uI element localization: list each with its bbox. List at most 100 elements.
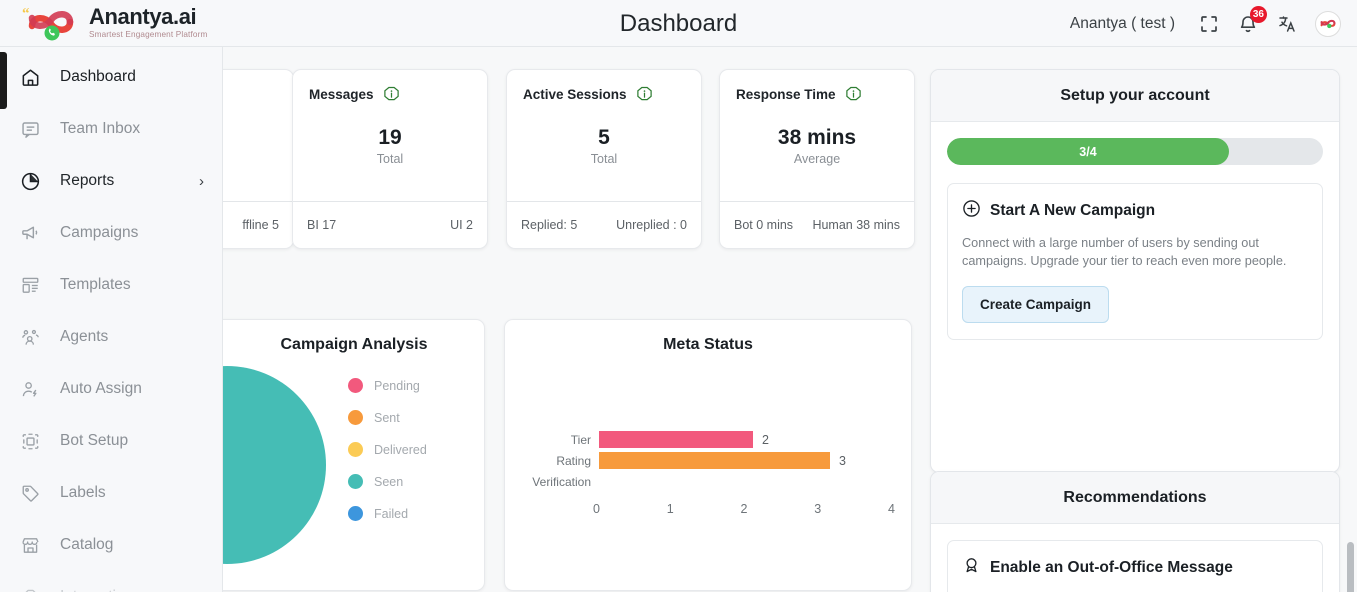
sidebar-item-label: Agents — [60, 328, 109, 345]
recommendations-panel: Recommendations Enable an Out-of-Office … — [930, 471, 1340, 592]
sidebar-item-templates[interactable]: Templates — [0, 259, 222, 311]
stat-card-title: Response Time — [736, 87, 836, 102]
bar-value-label: 3 — [839, 453, 846, 468]
top-bar: “ Anantya.ai Smartest Engagement Platfor… — [0, 0, 1357, 47]
stat-unit: Average — [793, 152, 841, 167]
megaphone-icon — [18, 221, 42, 245]
sidebar-item-label: Auto Assign — [60, 380, 142, 397]
setup-progress-fill: 3/4 — [947, 138, 1229, 165]
setup-task-description: Connect with a large number of users by … — [962, 236, 1287, 269]
sidebar-item-integrations[interactable]: Integrations — [0, 571, 222, 592]
campaign-analysis-chart-card: Campaign Analysis Pending Sent Delivered… — [223, 319, 485, 591]
pie-chart: Pending Sent Delivered Seen Failed — [223, 354, 484, 574]
legend-dot-failed — [348, 506, 363, 521]
sidebar-item-labels[interactable]: Labels — [0, 467, 222, 519]
stat-foot-left: BI 17 — [307, 218, 337, 232]
legend-label: Failed — [374, 506, 409, 521]
sidebar-item-label: Campaigns — [60, 224, 139, 241]
sidebar-item-reports[interactable]: Reports › — [0, 155, 222, 207]
plus-circle-icon — [962, 199, 981, 223]
stat-value: 19 — [378, 125, 402, 149]
account-name[interactable]: Anantya ( test ) — [1070, 15, 1175, 33]
tag-icon — [18, 481, 42, 505]
sidebar-item-bot-setup[interactable]: Bot Setup — [0, 415, 222, 467]
sidebar-item-label: Catalog — [60, 536, 114, 553]
x-tick: 4 — [888, 502, 895, 516]
recommendation-card[interactable]: Enable an Out-of-Office Message Set up a… — [947, 540, 1323, 592]
info-icon[interactable] — [845, 86, 862, 103]
main-content: ffline 5 Messages 19 Total BI 17 UI 2 Ac… — [223, 47, 1357, 592]
stat-unit: Total — [376, 152, 404, 167]
auto-assign-icon — [18, 377, 42, 401]
brand-logo[interactable]: “ Anantya.ai Smartest Engagement Platfor… — [0, 0, 223, 47]
x-tick: 2 — [740, 502, 748, 516]
legend-item[interactable]: Pending — [348, 378, 427, 393]
setup-progress-label: 3/4 — [1079, 144, 1097, 159]
fullscreen-icon[interactable] — [1198, 13, 1220, 35]
stat-card-messages[interactable]: Messages 19 Total BI 17 UI 2 — [292, 69, 488, 249]
stat-card-header — [223, 70, 293, 86]
legend-item[interactable]: Sent — [348, 410, 427, 425]
chart-title: Campaign Analysis — [280, 336, 428, 353]
legend-item[interactable]: Seen — [348, 474, 427, 489]
legend-item[interactable]: Delivered — [348, 442, 427, 457]
stat-card-body — [223, 86, 293, 201]
stat-foot-left: Bot 0 mins — [734, 218, 794, 232]
recommendation-title-row: Enable an Out-of-Office Message — [962, 556, 1308, 580]
pie-slice-seen[interactable] — [223, 366, 326, 564]
avatar[interactable] — [1315, 10, 1341, 37]
chart-legend: Pending Sent Delivered Seen Failed — [348, 378, 427, 521]
stat-card-header: Active Sessions — [507, 70, 701, 103]
chart-title: Meta Status — [663, 336, 753, 353]
bell-icon[interactable]: 36 — [1237, 5, 1267, 35]
setup-progress-bar: 3/4 — [947, 138, 1323, 165]
legend-dot-delivered — [348, 442, 363, 457]
sidebar-item-dashboard[interactable]: Dashboard — [0, 51, 222, 103]
dashboard-app: “ Anantya.ai Smartest Engagement Platfor… — [0, 0, 1357, 592]
sidebar-item-label: Labels — [60, 484, 106, 501]
stat-card-body: 5 Total — [507, 103, 701, 201]
sidebar-item-agents[interactable]: Agents — [0, 311, 222, 363]
vertical-scrollbar[interactable] — [1347, 542, 1354, 592]
translate-icon[interactable] — [1276, 13, 1298, 35]
info-icon[interactable] — [636, 86, 653, 103]
stat-card-clipped: ffline 5 — [223, 69, 294, 249]
bar-row-verification[interactable]: Verification — [527, 473, 608, 490]
stat-card-body: 19 Total — [293, 103, 487, 201]
stat-card-footer: ffline 5 — [223, 201, 293, 248]
panel-body: 3/4 Start A New Campaign Connect with a … — [931, 122, 1339, 356]
sidebar-item-campaigns[interactable]: Campaigns — [0, 207, 222, 259]
sidebar-item-catalog[interactable]: Catalog — [0, 519, 222, 571]
x-axis: 0 1 2 3 4 — [593, 502, 895, 516]
chevron-right-icon[interactable]: › — [199, 173, 204, 190]
setup-task-title-row: Start A New Campaign — [962, 199, 1308, 223]
sidebar-item-auto-assign[interactable]: Auto Assign — [0, 363, 222, 415]
legend-item[interactable]: Failed — [348, 506, 427, 521]
bar-row-tier[interactable]: Tier 2 — [527, 431, 769, 448]
create-campaign-button[interactable]: Create Campaign — [962, 285, 1110, 323]
stat-foot-right: ffline 5 — [242, 218, 279, 232]
stat-foot-left: Replied: 5 — [521, 218, 578, 232]
sidebar-item-label: Integrations — [60, 588, 222, 592]
bar-category-label: Rating — [556, 453, 591, 468]
integrations-icon — [18, 585, 42, 592]
legend-label: Seen — [374, 474, 404, 489]
legend-dot-pending — [348, 378, 363, 393]
legend-dot-sent — [348, 410, 363, 425]
legend-dot-seen — [348, 474, 363, 489]
bar-fill — [599, 452, 830, 469]
sidebar-item-team-inbox[interactable]: Team Inbox — [0, 103, 222, 155]
bar-chart: Tier 2 Rating 3 Verification 0 1 2 3 4 — [505, 354, 911, 579]
sidebar-item-label: Templates — [60, 276, 131, 293]
panel-title: Setup your account — [931, 70, 1339, 122]
brand-tagline: Smartest Engagement Platform — [89, 30, 208, 40]
catalog-icon — [18, 533, 42, 557]
pie-chart-icon — [18, 169, 42, 193]
info-icon[interactable] — [383, 86, 400, 103]
top-bar-actions: Anantya ( test ) 36 — [1070, 0, 1341, 47]
stat-card-response-time[interactable]: Response Time 38 mins Average Bot 0 mins… — [719, 69, 915, 249]
recommendation-title: Enable an Out-of-Office Message — [990, 559, 1233, 576]
stat-card-active-sessions[interactable]: Active Sessions 5 Total Replied: 5 Unrep… — [506, 69, 702, 249]
bar-row-rating[interactable]: Rating 3 — [527, 452, 846, 469]
x-tick: 1 — [666, 502, 674, 516]
